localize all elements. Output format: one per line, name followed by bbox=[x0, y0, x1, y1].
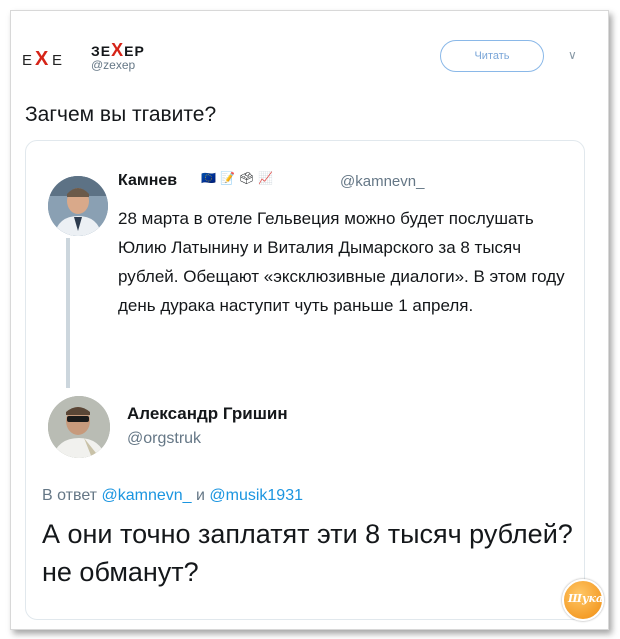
reply-to-user-link[interactable]: @kamnevn_ bbox=[101, 487, 191, 504]
quoted-author-handle[interactable]: @kamnevn_ bbox=[340, 173, 424, 190]
thread-connector-line bbox=[66, 238, 70, 388]
memo-icon: 📝 bbox=[220, 171, 235, 185]
tweet-text: Загчем вы тгавите? bbox=[25, 103, 217, 126]
avatar[interactable] bbox=[48, 396, 110, 458]
logo-letter-x: X bbox=[35, 48, 50, 70]
chevron-down-icon[interactable]: ∨ bbox=[568, 48, 577, 62]
reply-tweet-text: А они точно заплатят эти 8 тысяч рублей?… bbox=[42, 519, 573, 587]
quoted-author-name[interactable]: Камнев bbox=[118, 172, 177, 190]
profile-badges: 🇪🇺 📝 🗳 📈 bbox=[201, 171, 273, 186]
author-name-x: Х bbox=[111, 40, 125, 60]
author-name-part1: ЗЕ bbox=[91, 43, 112, 59]
chart-up-icon: 📈 bbox=[258, 171, 273, 185]
watermark-logo: Шука bbox=[562, 579, 604, 621]
follow-button[interactable]: Читать bbox=[440, 40, 544, 72]
ballot-box-icon: 🗳 bbox=[239, 171, 255, 185]
avatar[interactable] bbox=[48, 176, 108, 236]
watermark-text: Шука bbox=[568, 592, 604, 605]
author-handle[interactable]: @zexep bbox=[91, 58, 135, 72]
flag-icon: 🇪🇺 bbox=[201, 171, 216, 185]
author-name-part2: ЕР bbox=[124, 43, 145, 59]
reply-to-prefix: В ответ bbox=[42, 487, 98, 504]
reply-to-line: В ответ @kamnevn_ и @musik1931 bbox=[42, 487, 303, 505]
logo-letter-right: E bbox=[52, 52, 64, 69]
reply-to-joiner: и bbox=[195, 487, 205, 504]
reply-to-user-link[interactable]: @musik1931 bbox=[209, 487, 303, 504]
quoted-tweet-text: 28 марта в отеле Гельвеция можно будет п… bbox=[118, 209, 565, 315]
reply-author-name[interactable]: Александр Гришин bbox=[127, 404, 288, 424]
avatar-photo-icon bbox=[48, 176, 108, 236]
logo-letter-left: E bbox=[22, 52, 34, 69]
avatar-photo-icon bbox=[48, 396, 110, 458]
author-avatar-logo[interactable]: E X E bbox=[22, 40, 84, 76]
reply-author-handle[interactable]: @orgstruk bbox=[127, 430, 201, 448]
